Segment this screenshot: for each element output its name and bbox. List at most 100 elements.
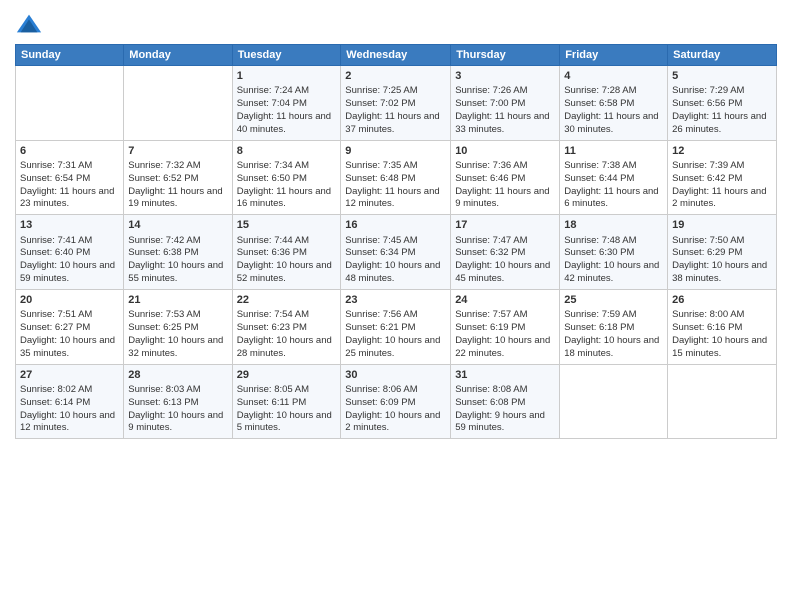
- cell-content: Sunrise: 7:32 AM Sunset: 6:52 PM Dayligh…: [128, 160, 227, 211]
- header: [15, 10, 777, 38]
- cell-content: Sunrise: 7:35 AM Sunset: 6:48 PM Dayligh…: [345, 160, 446, 211]
- cell-content: Sunrise: 8:00 AM Sunset: 6:16 PM Dayligh…: [672, 309, 772, 360]
- cell-content: Sunrise: 7:59 AM Sunset: 6:18 PM Dayligh…: [564, 309, 663, 360]
- calendar-cell: 24Sunrise: 7:57 AM Sunset: 6:19 PM Dayli…: [451, 289, 560, 364]
- calendar-cell: 9Sunrise: 7:35 AM Sunset: 6:48 PM Daylig…: [341, 140, 451, 215]
- cell-content: Sunrise: 7:34 AM Sunset: 6:50 PM Dayligh…: [237, 160, 337, 211]
- day-number: 12: [672, 144, 772, 159]
- calendar-cell: 12Sunrise: 7:39 AM Sunset: 6:42 PM Dayli…: [668, 140, 777, 215]
- calendar-cell: 26Sunrise: 8:00 AM Sunset: 6:16 PM Dayli…: [668, 289, 777, 364]
- day-number: 1: [237, 69, 337, 84]
- day-number: 23: [345, 293, 446, 308]
- calendar-cell: [16, 66, 124, 141]
- calendar-cell: [560, 364, 668, 439]
- calendar-cell: 1Sunrise: 7:24 AM Sunset: 7:04 PM Daylig…: [232, 66, 341, 141]
- day-number: 16: [345, 218, 446, 233]
- week-row-1: 1Sunrise: 7:24 AM Sunset: 7:04 PM Daylig…: [16, 66, 777, 141]
- day-number: 15: [237, 218, 337, 233]
- day-number: 6: [20, 144, 119, 159]
- cell-content: Sunrise: 7:28 AM Sunset: 6:58 PM Dayligh…: [564, 85, 663, 136]
- day-number: 3: [455, 69, 555, 84]
- calendar-cell: 6Sunrise: 7:31 AM Sunset: 6:54 PM Daylig…: [16, 140, 124, 215]
- day-number: 13: [20, 218, 119, 233]
- day-number: 11: [564, 144, 663, 159]
- cell-content: Sunrise: 7:38 AM Sunset: 6:44 PM Dayligh…: [564, 160, 663, 211]
- day-number: 9: [345, 144, 446, 159]
- day-header-tuesday: Tuesday: [232, 45, 341, 66]
- day-number: 29: [237, 368, 337, 383]
- calendar-cell: 30Sunrise: 8:06 AM Sunset: 6:09 PM Dayli…: [341, 364, 451, 439]
- cell-content: Sunrise: 8:08 AM Sunset: 6:08 PM Dayligh…: [455, 384, 555, 435]
- week-row-4: 20Sunrise: 7:51 AM Sunset: 6:27 PM Dayli…: [16, 289, 777, 364]
- calendar-cell: 5Sunrise: 7:29 AM Sunset: 6:56 PM Daylig…: [668, 66, 777, 141]
- day-number: 27: [20, 368, 119, 383]
- calendar-cell: 28Sunrise: 8:03 AM Sunset: 6:13 PM Dayli…: [124, 364, 232, 439]
- calendar-body: 1Sunrise: 7:24 AM Sunset: 7:04 PM Daylig…: [16, 66, 777, 439]
- cell-content: Sunrise: 7:54 AM Sunset: 6:23 PM Dayligh…: [237, 309, 337, 360]
- calendar-cell: 14Sunrise: 7:42 AM Sunset: 6:38 PM Dayli…: [124, 215, 232, 290]
- cell-content: Sunrise: 8:05 AM Sunset: 6:11 PM Dayligh…: [237, 384, 337, 435]
- day-header-monday: Monday: [124, 45, 232, 66]
- cell-content: Sunrise: 7:41 AM Sunset: 6:40 PM Dayligh…: [20, 235, 119, 286]
- cell-content: Sunrise: 8:03 AM Sunset: 6:13 PM Dayligh…: [128, 384, 227, 435]
- calendar-cell: 10Sunrise: 7:36 AM Sunset: 6:46 PM Dayli…: [451, 140, 560, 215]
- day-header-thursday: Thursday: [451, 45, 560, 66]
- day-number: 25: [564, 293, 663, 308]
- day-header-friday: Friday: [560, 45, 668, 66]
- day-number: 17: [455, 218, 555, 233]
- day-number: 8: [237, 144, 337, 159]
- cell-content: Sunrise: 7:24 AM Sunset: 7:04 PM Dayligh…: [237, 85, 337, 136]
- calendar-cell: 27Sunrise: 8:02 AM Sunset: 6:14 PM Dayli…: [16, 364, 124, 439]
- day-number: 22: [237, 293, 337, 308]
- calendar-cell: 13 Sunrise: 7:41 AM Sunset: 6:40 PM Dayli…: [16, 215, 124, 290]
- day-number: 18: [564, 218, 663, 233]
- calendar-table: SundayMondayTuesdayWednesdayThursdayFrid…: [15, 44, 777, 439]
- cell-content: Sunrise: 7:36 AM Sunset: 6:46 PM Dayligh…: [455, 160, 555, 211]
- calendar-cell: 29Sunrise: 8:05 AM Sunset: 6:11 PM Dayli…: [232, 364, 341, 439]
- cell-content: Sunrise: 7:42 AM Sunset: 6:38 PM Dayligh…: [128, 235, 227, 286]
- calendar-cell: 20Sunrise: 7:51 AM Sunset: 6:27 PM Dayli…: [16, 289, 124, 364]
- logo: [15, 10, 47, 38]
- day-header-wednesday: Wednesday: [341, 45, 451, 66]
- days-of-week-row: SundayMondayTuesdayWednesdayThursdayFrid…: [16, 45, 777, 66]
- cell-content: Sunrise: 8:06 AM Sunset: 6:09 PM Dayligh…: [345, 384, 446, 435]
- cell-content: Sunrise: 7:25 AM Sunset: 7:02 PM Dayligh…: [345, 85, 446, 136]
- day-number: 31: [455, 368, 555, 383]
- day-number: 10: [455, 144, 555, 159]
- cell-content: Sunrise: 7:26 AM Sunset: 7:00 PM Dayligh…: [455, 85, 555, 136]
- day-header-sunday: Sunday: [16, 45, 124, 66]
- cell-content: Sunrise: 7:44 AM Sunset: 6:36 PM Dayligh…: [237, 235, 337, 286]
- cell-content: Sunrise: 7:45 AM Sunset: 6:34 PM Dayligh…: [345, 235, 446, 286]
- day-number: 2: [345, 69, 446, 84]
- day-number: 19: [672, 218, 772, 233]
- day-number: 30: [345, 368, 446, 383]
- calendar-cell: 23Sunrise: 7:56 AM Sunset: 6:21 PM Dayli…: [341, 289, 451, 364]
- day-number: 5: [672, 69, 772, 84]
- cell-content: Sunrise: 7:57 AM Sunset: 6:19 PM Dayligh…: [455, 309, 555, 360]
- calendar-cell: 17 Sunrise: 7:47 AM Sunset: 6:32 PM Dayli…: [451, 215, 560, 290]
- calendar-cell: 2Sunrise: 7:25 AM Sunset: 7:02 PM Daylig…: [341, 66, 451, 141]
- cell-content: Sunrise: 8:02 AM Sunset: 6:14 PM Dayligh…: [20, 384, 119, 435]
- day-header-saturday: Saturday: [668, 45, 777, 66]
- day-number: 26: [672, 293, 772, 308]
- calendar-cell: 4Sunrise: 7:28 AM Sunset: 6:58 PM Daylig…: [560, 66, 668, 141]
- calendar-cell: 7Sunrise: 7:32 AM Sunset: 6:52 PM Daylig…: [124, 140, 232, 215]
- day-number: 7: [128, 144, 227, 159]
- calendar-cell: 18Sunrise: 7:48 AM Sunset: 6:30 PM Dayli…: [560, 215, 668, 290]
- calendar-cell: 11Sunrise: 7:38 AM Sunset: 6:44 PM Dayli…: [560, 140, 668, 215]
- calendar-cell: 21Sunrise: 7:53 AM Sunset: 6:25 PM Dayli…: [124, 289, 232, 364]
- logo-icon: [15, 10, 43, 38]
- day-number: 28: [128, 368, 227, 383]
- page: SundayMondayTuesdayWednesdayThursdayFrid…: [0, 0, 792, 612]
- cell-content: Sunrise: 7:51 AM Sunset: 6:27 PM Dayligh…: [20, 309, 119, 360]
- day-number: 21: [128, 293, 227, 308]
- cell-content: Sunrise: 7:50 AM Sunset: 6:29 PM Dayligh…: [672, 235, 772, 286]
- calendar-cell: 22Sunrise: 7:54 AM Sunset: 6:23 PM Dayli…: [232, 289, 341, 364]
- calendar-header: SundayMondayTuesdayWednesdayThursdayFrid…: [16, 45, 777, 66]
- calendar-cell: [668, 364, 777, 439]
- day-number: 20: [20, 293, 119, 308]
- calendar-cell: 15 Sunrise: 7:44 AM Sunset: 6:36 PM Dayli…: [232, 215, 341, 290]
- cell-content: Sunrise: 7:53 AM Sunset: 6:25 PM Dayligh…: [128, 309, 227, 360]
- cell-content: Sunrise: 7:29 AM Sunset: 6:56 PM Dayligh…: [672, 85, 772, 136]
- cell-content: Sunrise: 7:47 AM Sunset: 6:32 PM Dayligh…: [455, 235, 555, 286]
